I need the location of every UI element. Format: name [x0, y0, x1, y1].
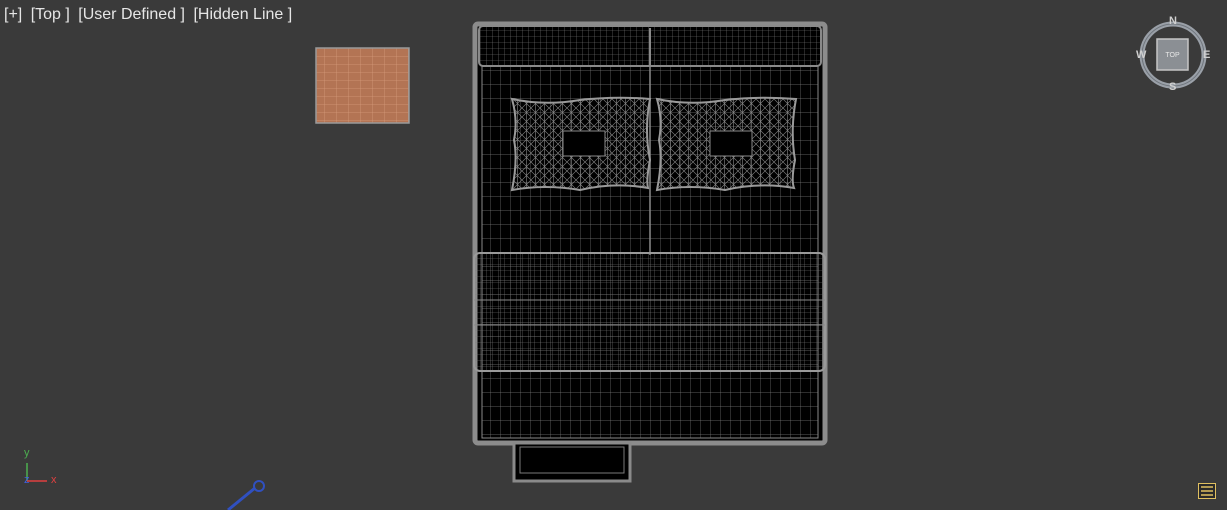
bench-object[interactable]: [512, 441, 632, 483]
viewport-menu-icon[interactable]: [1198, 483, 1216, 499]
axis-y-label: y: [24, 447, 30, 459]
compass-north[interactable]: N: [1169, 15, 1177, 27]
compass-south[interactable]: S: [1169, 81, 1176, 93]
pillow-left[interactable]: [510, 96, 652, 192]
scene-wireframe[interactable]: [0, 0, 1227, 510]
viewport-top[interactable]: [+] [Top ] [User Defined ] [Hidden Line …: [0, 0, 1227, 510]
light-icon[interactable]: [227, 480, 265, 510]
viewcube-face-label: TOP: [1165, 52, 1180, 59]
compass-west[interactable]: W: [1136, 49, 1146, 61]
axis-x-label: x: [51, 474, 57, 486]
viewcube[interactable]: TOP N S W E: [1136, 15, 1210, 93]
rug-object[interactable]: [315, 47, 410, 124]
bed-object[interactable]: [472, 21, 828, 446]
axis-z-label: z: [24, 474, 30, 486]
compass-east[interactable]: E: [1203, 49, 1210, 61]
pillow-right[interactable]: [655, 96, 798, 192]
axis-gizmo: [26, 463, 47, 482]
blanket-object[interactable]: [473, 252, 826, 372]
